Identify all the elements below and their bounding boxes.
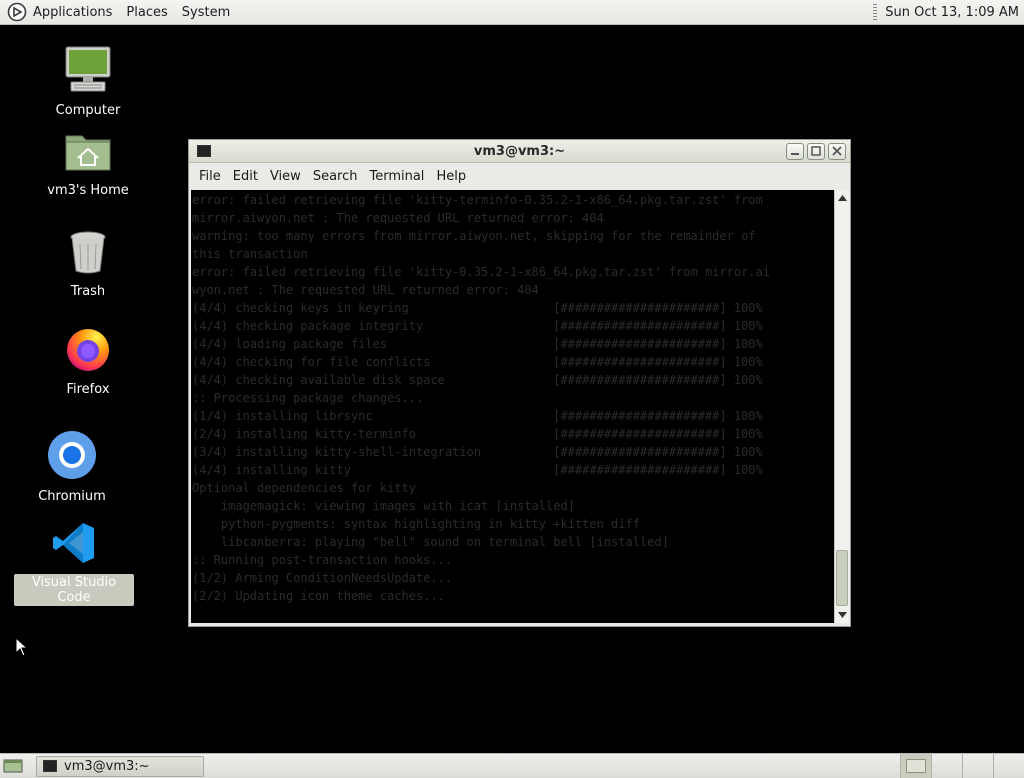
- terminal-line: (4/4) checking for file conflicts [#####…: [192, 355, 763, 369]
- terminal-menubar: File Edit View Search Terminal Help: [189, 163, 850, 189]
- terminal-line: (4/4) checking package integrity [######…: [192, 319, 763, 333]
- terminal-line: (4/4) installing kitty [################…: [192, 463, 763, 477]
- desktop-icon-label: Computer: [55, 103, 121, 118]
- terminal-icon: [43, 760, 57, 772]
- scroll-up-arrow-icon[interactable]: [835, 190, 850, 206]
- terminal-line: imagemagick: viewing images with icat [i…: [192, 499, 575, 513]
- desktop-icon-trash[interactable]: Trash: [48, 229, 128, 300]
- terminal-line: (2/4) installing kitty-terminfo [#######…: [192, 427, 763, 441]
- terminal-line: wyon.net : The requested URL returned er…: [192, 283, 539, 297]
- trash-icon: [70, 231, 106, 274]
- places-menu[interactable]: Places: [119, 5, 174, 20]
- window-titlebar[interactable]: vm3@vm3:~: [189, 140, 850, 163]
- minimize-icon: [791, 153, 799, 155]
- workspace-3[interactable]: [962, 754, 993, 778]
- home-folder-icon: [65, 135, 111, 171]
- terminal-line: libcanberra: playing "bell" sound on ter…: [192, 535, 669, 549]
- desktop-icon-chromium[interactable]: Chromium: [32, 430, 112, 505]
- menu-view[interactable]: View: [264, 169, 307, 184]
- desktop-icon-firefox[interactable]: Firefox: [48, 325, 128, 398]
- desktop-icon-label: Trash: [70, 284, 106, 299]
- workspace-2[interactable]: [931, 754, 962, 778]
- menu-file[interactable]: File: [193, 169, 227, 184]
- system-menu[interactable]: System: [175, 5, 237, 20]
- maximize-button[interactable]: [807, 142, 825, 160]
- terminal-line: (3/4) installing kitty-shell-integration…: [192, 445, 763, 459]
- desktop-icon-vscode[interactable]: Visual Studio Code: [14, 520, 134, 606]
- terminal-line: :: Running post-transaction hooks...: [192, 553, 453, 567]
- show-desktop-button[interactable]: [2, 756, 24, 776]
- terminal-line: (2/2) Updating icon theme caches...: [192, 589, 445, 603]
- workspace-4[interactable]: [993, 754, 1024, 778]
- panel-handle[interactable]: [873, 4, 878, 20]
- terminal-line: (4/4) checking available disk space [###…: [192, 373, 763, 387]
- desktop-icon-home[interactable]: vm3's Home: [43, 128, 133, 199]
- menu-help[interactable]: Help: [430, 169, 472, 184]
- terminal-line: (1/2) Arming ConditionNeedsUpdate...: [192, 571, 453, 585]
- vscode-icon: [53, 523, 94, 563]
- workspace-1[interactable]: [900, 754, 931, 778]
- terminal-icon[interactable]: [197, 145, 211, 157]
- menu-terminal[interactable]: Terminal: [363, 169, 430, 184]
- menu-search[interactable]: Search: [307, 169, 364, 184]
- desktop-icon-label: Firefox: [66, 382, 110, 397]
- show-desktop-icon: [3, 759, 23, 773]
- top-panel: Applications Places System Sun Oct 13, 1…: [0, 0, 1024, 25]
- terminal-window[interactable]: vm3@vm3:~ File Edit View Search Terminal…: [188, 139, 851, 627]
- terminal-line: this transaction: [192, 247, 308, 261]
- window-title: vm3@vm3:~: [473, 143, 566, 159]
- desktop-icon-label: Chromium: [38, 489, 106, 504]
- close-icon: [832, 146, 842, 156]
- computer-icon: [65, 46, 111, 92]
- terminal-line: error: failed retrieving file 'kitty-ter…: [192, 193, 763, 207]
- menu-edit[interactable]: Edit: [227, 169, 264, 184]
- taskbar-terminal-label: vm3@vm3:~: [64, 758, 150, 774]
- mouse-pointer-icon: [15, 637, 29, 657]
- desktop-icon-label: vm3's Home: [47, 183, 129, 198]
- close-button[interactable]: [828, 142, 846, 160]
- terminal-line: (1/4) installing librsync [#############…: [192, 409, 763, 423]
- clock[interactable]: Sun Oct 13, 1:09 AM: [885, 5, 1024, 20]
- desktop-icon-computer[interactable]: Computer: [48, 44, 128, 119]
- distro-logo-icon[interactable]: [7, 2, 27, 22]
- terminal-line: (4/4) loading package files [###########…: [192, 337, 763, 351]
- maximize-icon: [811, 146, 821, 156]
- desktop-icon-label: Visual Studio Code: [14, 574, 134, 606]
- scroll-down-arrow-icon[interactable]: [835, 607, 850, 623]
- terminal-line: warning: too many errors from mirror.aiw…: [192, 229, 756, 243]
- terminal-output[interactable]: error: failed retrieving file 'kitty-ter…: [191, 190, 834, 623]
- bottom-panel: vm3@vm3:~: [0, 753, 1024, 778]
- minimize-button[interactable]: [786, 142, 804, 160]
- firefox-icon: [67, 329, 109, 371]
- terminal-line: error: failed retrieving file 'kitty-0.3…: [192, 265, 770, 279]
- terminal-line: (4/4) checking keys in keyring [########…: [192, 301, 763, 315]
- taskbar-terminal-button[interactable]: vm3@vm3:~: [36, 755, 204, 777]
- workspace-switcher[interactable]: [900, 754, 1024, 778]
- applications-menu[interactable]: Applications: [32, 5, 119, 20]
- terminal-scrollbar[interactable]: [834, 190, 849, 623]
- scrollbar-thumb[interactable]: [836, 550, 848, 606]
- terminal-line: :: Processing package changes...: [192, 391, 424, 405]
- terminal-line: python-pygments: syntax highlighting in …: [192, 517, 640, 531]
- terminal-line: Optional dependencies for kitty: [192, 481, 416, 495]
- chromium-icon: [48, 431, 96, 479]
- terminal-line: mirror.aiwyon.net : The requested URL re…: [192, 211, 604, 225]
